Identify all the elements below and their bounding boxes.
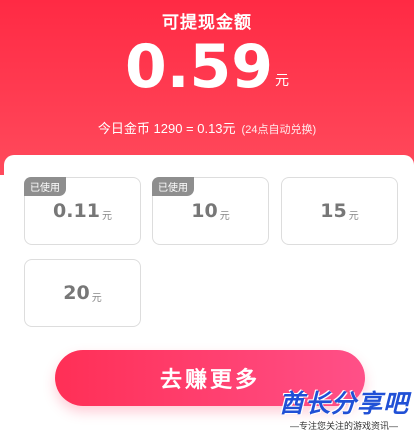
option-unit: 元 [219, 210, 230, 222]
balance-unit: 元 [275, 72, 290, 88]
watermark-logo: 酋长分享吧 —专注您关注的游戏资讯— [274, 384, 414, 432]
page-title: 可提现金额 [162, 13, 252, 32]
option-value: 10 [191, 200, 218, 222]
option-value: 20 [63, 282, 90, 304]
withdraw-option-20[interactable]: 20 元 [24, 259, 141, 327]
withdraw-option-0-11[interactable]: 已使用 0.11 元 [24, 177, 141, 245]
used-badge: 已使用 [24, 177, 66, 196]
option-unit: 元 [101, 210, 112, 222]
balance-amount: 0.59 [124, 32, 274, 102]
coin-rate-row: 今日金币 1290 = 0.13元 (24点自动兑换) [0, 118, 414, 137]
coin-rate-note: (24点自动兑换) [241, 124, 317, 136]
option-unit: 元 [348, 210, 359, 222]
watermark-main: 酋长分享吧 [278, 390, 409, 418]
option-value: 0.11 [53, 200, 100, 222]
coin-rate-text: 今日金币 1290 = 0.13元 [97, 121, 236, 136]
balance-header: 可提现金额 0.59 元 今日金币 1290 = 0.13元 (24点自动兑换) [0, 0, 414, 175]
option-unit: 元 [91, 292, 102, 304]
used-badge: 已使用 [152, 177, 194, 196]
withdraw-option-15[interactable]: 15 元 [281, 177, 398, 245]
withdraw-option-10[interactable]: 已使用 10 元 [152, 177, 269, 245]
option-value: 15 [320, 200, 347, 222]
watermark-sub: —专注您关注的游戏资讯— [289, 421, 398, 431]
balance-amount-row: 0.59 元 [0, 34, 414, 100]
